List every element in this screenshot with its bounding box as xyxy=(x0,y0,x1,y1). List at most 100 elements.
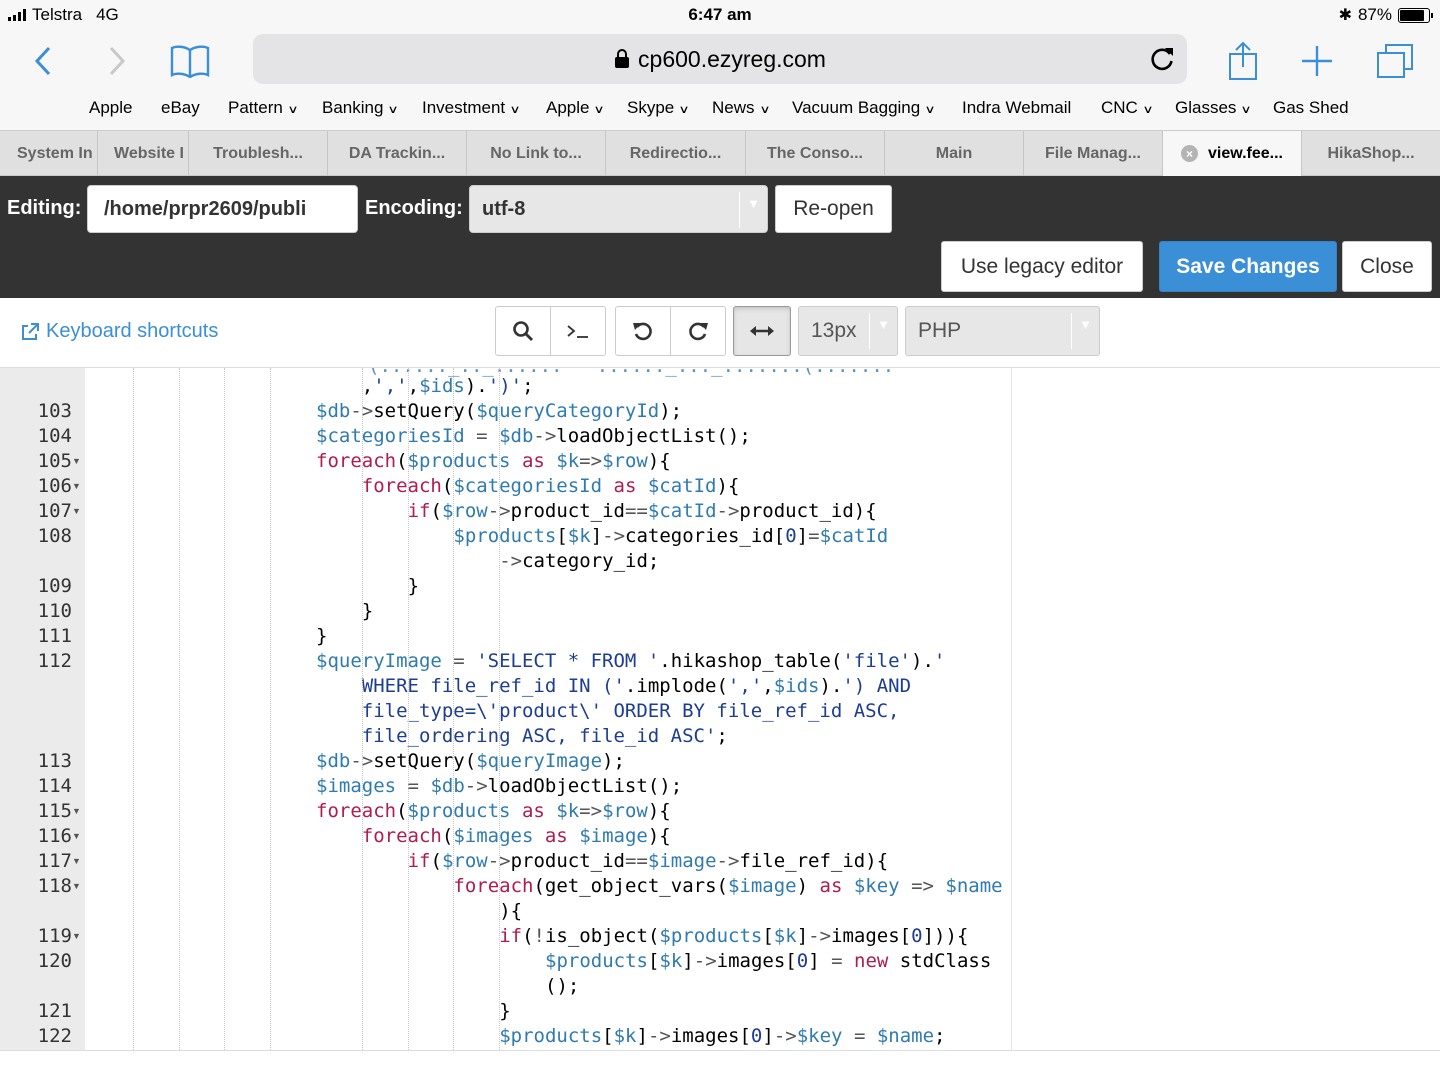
external-link-icon xyxy=(22,322,39,340)
bookmark-vacuum-bagging[interactable]: Vacuum Bagging ∨ xyxy=(792,98,936,118)
code-line: $products[$k]->categories_id[0]=$catId xyxy=(453,525,889,547)
tabs-overview-icon[interactable] xyxy=(1370,38,1420,84)
tab-3[interactable]: DA Trackin... xyxy=(327,131,466,176)
bookmark-cnc[interactable]: CNC ∨ xyxy=(1101,98,1154,118)
code-area[interactable]: (......_.._...... ......_..._.......(...… xyxy=(85,368,1012,1050)
code-editor[interactable]: 103 104 105 ▼ 106 ▼ 107 ▼ 108 109 110 111 112 113 114 1… xyxy=(0,368,1440,1050)
fold-arrow-icon[interactable]: ▼ xyxy=(72,874,82,899)
bookmark-apple[interactable]: Apple ∨ xyxy=(546,98,605,118)
tab-label: File Manag... xyxy=(1044,144,1141,162)
bookmarks-book-icon[interactable] xyxy=(165,38,215,84)
tab-label: Troublesh... xyxy=(213,144,303,162)
bookmark-gas-shed[interactable]: Gas Shed xyxy=(1273,98,1349,118)
fold-arrow-icon[interactable]: ▼ xyxy=(72,474,82,499)
search-button[interactable] xyxy=(495,306,551,356)
indent-guide xyxy=(178,368,180,1050)
indent-guide xyxy=(407,368,409,1050)
tab-2[interactable]: Troublesh... xyxy=(188,131,327,176)
forward-icon[interactable] xyxy=(92,38,142,84)
tab-7[interactable]: Main xyxy=(884,131,1023,176)
mode-select[interactable]: PHP ▼ xyxy=(905,306,1100,356)
editor-header: Editing: /home/prpr2609/publi Encoding: … xyxy=(0,176,1440,298)
share-icon[interactable] xyxy=(1218,38,1268,84)
status-bar: Telstra 4G 6:47 am ✱ 87% xyxy=(0,0,1440,30)
reopen-button[interactable]: Re-open xyxy=(775,185,892,233)
fold-arrow-icon[interactable]: ▼ xyxy=(72,449,82,474)
tab-label: Main xyxy=(935,144,973,162)
indent-guide xyxy=(499,368,501,1050)
url-text: cp600.ezyreg.com xyxy=(638,45,826,72)
fold-arrow-icon[interactable]: ▼ xyxy=(72,499,82,524)
chevron-down-icon: ∨ xyxy=(678,104,690,116)
bookmark-indra-webmail[interactable]: Indra Webmail xyxy=(962,98,1071,118)
legacy-editor-button[interactable]: Use legacy editor xyxy=(941,241,1143,292)
code-line: foreach($products as $k=>$row){ xyxy=(316,450,671,472)
close-tab-icon[interactable]: × xyxy=(1181,145,1198,162)
status-right: ✱ 87% xyxy=(1338,5,1433,25)
encoding-select[interactable]: utf-8 ▼ xyxy=(469,185,768,233)
tab-1[interactable]: Website I xyxy=(97,131,188,176)
back-icon[interactable] xyxy=(18,38,68,84)
bookmark-ebay[interactable]: eBay xyxy=(161,98,200,118)
bookmark-skype[interactable]: Skype ∨ xyxy=(627,98,690,118)
mode-value: PHP xyxy=(918,319,962,342)
fold-arrow-icon[interactable]: ▼ xyxy=(72,849,82,874)
fold-arrow-icon[interactable]: ▼ xyxy=(72,824,82,849)
chevron-down-icon: ▼ xyxy=(1071,313,1099,349)
line-number: 113 xyxy=(37,750,72,772)
tab-label: Website I xyxy=(114,144,184,162)
fold-arrow-icon[interactable]: ▼ xyxy=(72,799,82,824)
tab-10[interactable]: HikaShop... xyxy=(1301,131,1440,176)
close-button[interactable]: Close xyxy=(1342,241,1432,292)
line-number: 107 xyxy=(37,500,72,522)
bookmark-banking[interactable]: Banking ∨ xyxy=(322,98,399,118)
bookmark-label: Pattern xyxy=(228,98,283,117)
bookmark-glasses[interactable]: Glasses ∨ xyxy=(1175,98,1252,118)
code-line: if($row->product_id==$catId->product_id)… xyxy=(407,500,877,522)
fold-arrow-icon[interactable]: ▼ xyxy=(72,924,82,949)
tab-8[interactable]: File Manag... xyxy=(1023,131,1162,176)
tab-4[interactable]: No Link to... xyxy=(466,131,605,176)
indent-guide xyxy=(224,368,226,1050)
bookmark-pattern[interactable]: Pattern ∨ xyxy=(228,98,298,118)
bookmark-label: Apple xyxy=(89,98,133,117)
new-tab-plus-icon[interactable] xyxy=(1292,38,1342,84)
tab-9[interactable]: × view.fee... xyxy=(1162,131,1301,176)
line-number: 108 xyxy=(37,525,72,547)
bookmark-label: Gas Shed xyxy=(1273,98,1349,117)
line-number: 118 xyxy=(37,875,72,897)
bluetooth-icon: ✱ xyxy=(1338,7,1352,24)
bookmark-label: CNC xyxy=(1101,98,1138,117)
reload-icon[interactable] xyxy=(1149,45,1175,79)
keyboard-shortcuts-link[interactable]: Keyboard shortcuts xyxy=(20,320,218,343)
undo-button[interactable] xyxy=(615,306,671,356)
encoding-value: utf-8 xyxy=(482,197,526,220)
bookmark-apple[interactable]: Apple xyxy=(89,98,132,118)
file-path-field[interactable]: /home/prpr2609/publi xyxy=(87,185,358,233)
bookmark-label: Skype xyxy=(627,98,675,117)
redo-button[interactable] xyxy=(670,306,726,356)
font-size-select[interactable]: 13px ▼ xyxy=(798,306,898,356)
code-line: ){ xyxy=(499,900,523,922)
line-number: 111 xyxy=(37,625,72,647)
font-size-value: 13px xyxy=(811,319,857,342)
tab-5[interactable]: Redirectio... xyxy=(605,131,745,176)
tab-label: HikaShop... xyxy=(1327,144,1415,162)
chevron-down-icon: ∨ xyxy=(758,104,771,116)
line-number: 120 xyxy=(37,950,72,972)
code-line: if($row->product_id==$image->file_ref_id… xyxy=(407,850,889,872)
code-line: $categoriesId = $db->loadObjectList(); xyxy=(316,425,751,447)
wrap-toggle-button[interactable] xyxy=(733,306,791,356)
chevron-down-icon: ∨ xyxy=(924,104,936,116)
bookmark-news[interactable]: News ∨ xyxy=(712,98,771,118)
address-bar[interactable]: cp600.ezyreg.com xyxy=(253,34,1187,84)
tab-label: DA Trackin... xyxy=(348,144,446,162)
code-line: foreach(get_object_vars($image) as $key … xyxy=(453,875,1003,897)
tab-6[interactable]: The Conso... xyxy=(745,131,884,176)
terminal-button[interactable] xyxy=(550,306,606,356)
code-line: $products[$k]->images[0]->$key = $name; xyxy=(499,1025,946,1047)
save-changes-button[interactable]: Save Changes xyxy=(1159,241,1337,292)
tab-0[interactable]: System In xyxy=(0,131,97,176)
bookmark-investment[interactable]: Investment ∨ xyxy=(422,98,521,118)
line-number: 104 xyxy=(37,425,72,447)
